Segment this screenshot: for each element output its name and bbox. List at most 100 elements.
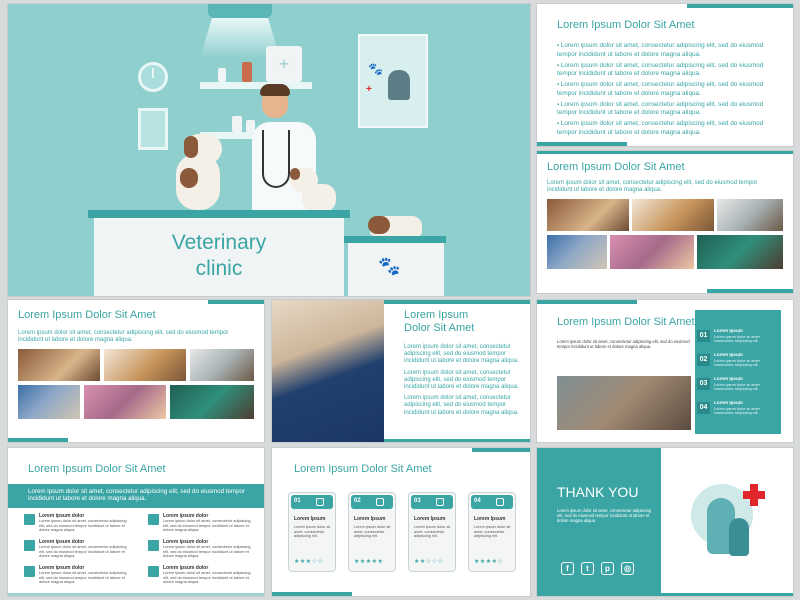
item-text: Lorem ipsum dolor sit amet, consectetur …: [163, 570, 251, 585]
cross-icon: +: [366, 84, 372, 95]
slide-title-line1: Lorem Ipsum: [404, 309, 469, 321]
paragraph: Lorem ipsum dolor sit amet, consectetur …: [404, 369, 519, 391]
card-heading: Lorem Ipsum: [474, 516, 506, 522]
item-text: Lorem ipsum dolor sit amet, consectetur …: [39, 518, 127, 533]
paw-icon: 🐾: [368, 62, 383, 76]
clock-hand: [152, 68, 154, 78]
slide-text: Lorem ipsum dolor sit amet, consectetur …: [547, 180, 758, 193]
bullet-item: Lorem ipsum dolor sit amet, consectetur …: [557, 81, 777, 97]
item-number: 02: [697, 354, 710, 366]
bottle: [242, 62, 252, 82]
bottle: [232, 116, 242, 132]
slide-title: Lorem Ipsum Dolor Sit Amet: [404, 309, 474, 335]
bottom-accent-bar: [537, 142, 627, 146]
shelf: [200, 82, 312, 89]
slide-cards[interactable]: Lorem Ipsum Dolor Sit Amet 01 Lorem Ipsum…: [272, 448, 530, 596]
cover-title-line1: Veterinary: [171, 231, 267, 254]
doctor-hair: [260, 84, 290, 96]
item-text: Lorem ipsum dolor sit amet, consectetur …: [714, 383, 761, 392]
card-text: Lorem ipsum dolor sit amet, consectetur …: [294, 525, 331, 538]
instagram-icon[interactable]: ◎: [621, 562, 634, 575]
item-text: Lorem ipsum dolor sit amet, consectetur …: [39, 570, 127, 585]
social-icons: f t p ◎: [561, 562, 641, 578]
clinic-icon: [148, 566, 159, 577]
card-text: Lorem ipsum dolor sit amet, consectetur …: [354, 525, 391, 538]
bullet-list: Lorem ipsum dolor sit amet, consectetur …: [557, 42, 777, 140]
photo-surgery: [170, 385, 254, 419]
item-heading: Lorem Ipsum: [714, 376, 743, 381]
clinic-icon: [24, 566, 35, 577]
bottom-accent-bar: [8, 593, 264, 596]
bullet-item: Lorem ipsum dolor sit amet, consectetur …: [557, 42, 777, 58]
card-text: Lorem ipsum dolor sit amet, consectetur …: [474, 525, 511, 538]
slide-title: Lorem Ipsum Dolor Sit Amet: [557, 19, 695, 31]
photo-vet-cat: [547, 235, 607, 269]
slide-photo-grid-2[interactable]: Lorem Ipsum Dolor Sit Amet Lorem ipsum d…: [8, 300, 264, 442]
pup-ear: [290, 168, 300, 180]
photo-cat-exam: [717, 199, 783, 231]
slide-bullets[interactable]: Lorem Ipsum Dolor Sit Amet Lorem ipsum d…: [537, 4, 793, 146]
stethoscope: [262, 130, 290, 188]
slide-numbered-list[interactable]: Lorem Ipsum Dolor Sit Amet Lorem ipsum d…: [537, 300, 793, 442]
top-accent-bar: [687, 4, 793, 8]
clinic-icon: [24, 540, 35, 551]
slide-cover[interactable]: + 🐾 + 🐾 Veterinary clinic: [8, 4, 530, 296]
clinic-icon: [24, 514, 35, 525]
item-heading: Lorem Ipsum: [714, 400, 743, 405]
slide-photo-text[interactable]: Lorem Ipsum Dolor Sit Amet Lorem ipsum d…: [272, 300, 530, 442]
item-text: Lorem ipsum dolor sit amet, consectetur …: [163, 544, 251, 559]
slide-title: Lorem Ipsum Dolor Sit Amet: [547, 161, 685, 173]
card-icon: [376, 498, 384, 506]
item-heading: Lorem Ipsum: [714, 352, 743, 357]
photo-vet-with-cat: [272, 300, 384, 442]
item-text: Lorem ipsum dolor sit amet, consectetur …: [163, 518, 251, 533]
paragraph: Lorem ipsum dolor sit amet, consectetur …: [404, 395, 519, 416]
card-icon: [436, 498, 444, 506]
cat-silhouette: [729, 518, 749, 556]
top-accent-bar: [384, 300, 530, 304]
bottom-accent-bar: [707, 289, 793, 293]
pinterest-icon[interactable]: p: [601, 562, 614, 575]
card-number: 04: [474, 498, 481, 504]
photo-cat-exam: [190, 349, 254, 381]
counter-top: [88, 210, 350, 218]
wall-frame: [138, 108, 168, 150]
photo-pet-checkup: [84, 385, 166, 419]
card-icon: [316, 498, 324, 506]
photo-vet-cat: [18, 385, 80, 419]
cat-head: [368, 216, 390, 234]
item-number: 03: [697, 378, 710, 390]
card-number: 03: [414, 498, 421, 504]
slide-thank-you[interactable]: THANK YOU Lorem ipsum dolor sit amet, co…: [537, 448, 793, 596]
card-heading: Lorem Ipsum: [354, 516, 386, 522]
banner-text: Lorem ipsum dolor sit amet, consectetur …: [28, 488, 246, 503]
top-accent-bar: [537, 300, 637, 304]
twitter-icon[interactable]: t: [581, 562, 594, 575]
card-text: Lorem ipsum dolor sit amet, consectetur …: [414, 525, 451, 538]
slide-title: Lorem Ipsum Dolor Sit Amet: [294, 463, 432, 475]
slide-text: Lorem ipsum dolor sit amet, consectetur …: [18, 330, 229, 343]
paw-icon: 🐾: [378, 256, 401, 276]
bullet-item: Lorem ipsum dolor sit amet, consectetur …: [557, 62, 777, 78]
slide-icon-list[interactable]: Lorem Ipsum Dolor Sit Amet Lorem ipsum d…: [8, 448, 264, 596]
item-number: 01: [697, 330, 710, 342]
bottom-accent-bar: [661, 593, 793, 596]
slide-photo-grid[interactable]: Lorem Ipsum Dolor Sit Amet Lorem ipsum d…: [537, 151, 793, 293]
paragraph-list: Lorem ipsum dolor sit amet, consectetur …: [404, 344, 522, 421]
slide-title: Lorem Ipsum Dolor Sit Amet: [557, 316, 695, 328]
card-rating: ★★★★★: [354, 559, 384, 565]
top-accent-bar: [208, 300, 264, 304]
bottom-accent-bar: [8, 438, 68, 442]
dog-silhouette: [388, 70, 410, 100]
cover-title: Veterinary clinic: [94, 230, 344, 282]
facebook-icon[interactable]: f: [561, 562, 574, 575]
item-number: 04: [697, 402, 710, 414]
item-text: Lorem ipsum dolor sit amet, consectetur …: [714, 335, 761, 344]
bullet-item: Lorem ipsum dolor sit amet, consectetur …: [557, 120, 777, 136]
dog-spot: [180, 168, 198, 188]
bottle: [218, 68, 226, 82]
slide-title: Lorem Ipsum Dolor Sit Amet: [28, 463, 166, 475]
bottom-accent-bar: [384, 439, 530, 442]
bullet-item: Lorem ipsum dolor sit amet, consectetur …: [557, 101, 777, 117]
photo-dog-injection: [547, 199, 629, 231]
